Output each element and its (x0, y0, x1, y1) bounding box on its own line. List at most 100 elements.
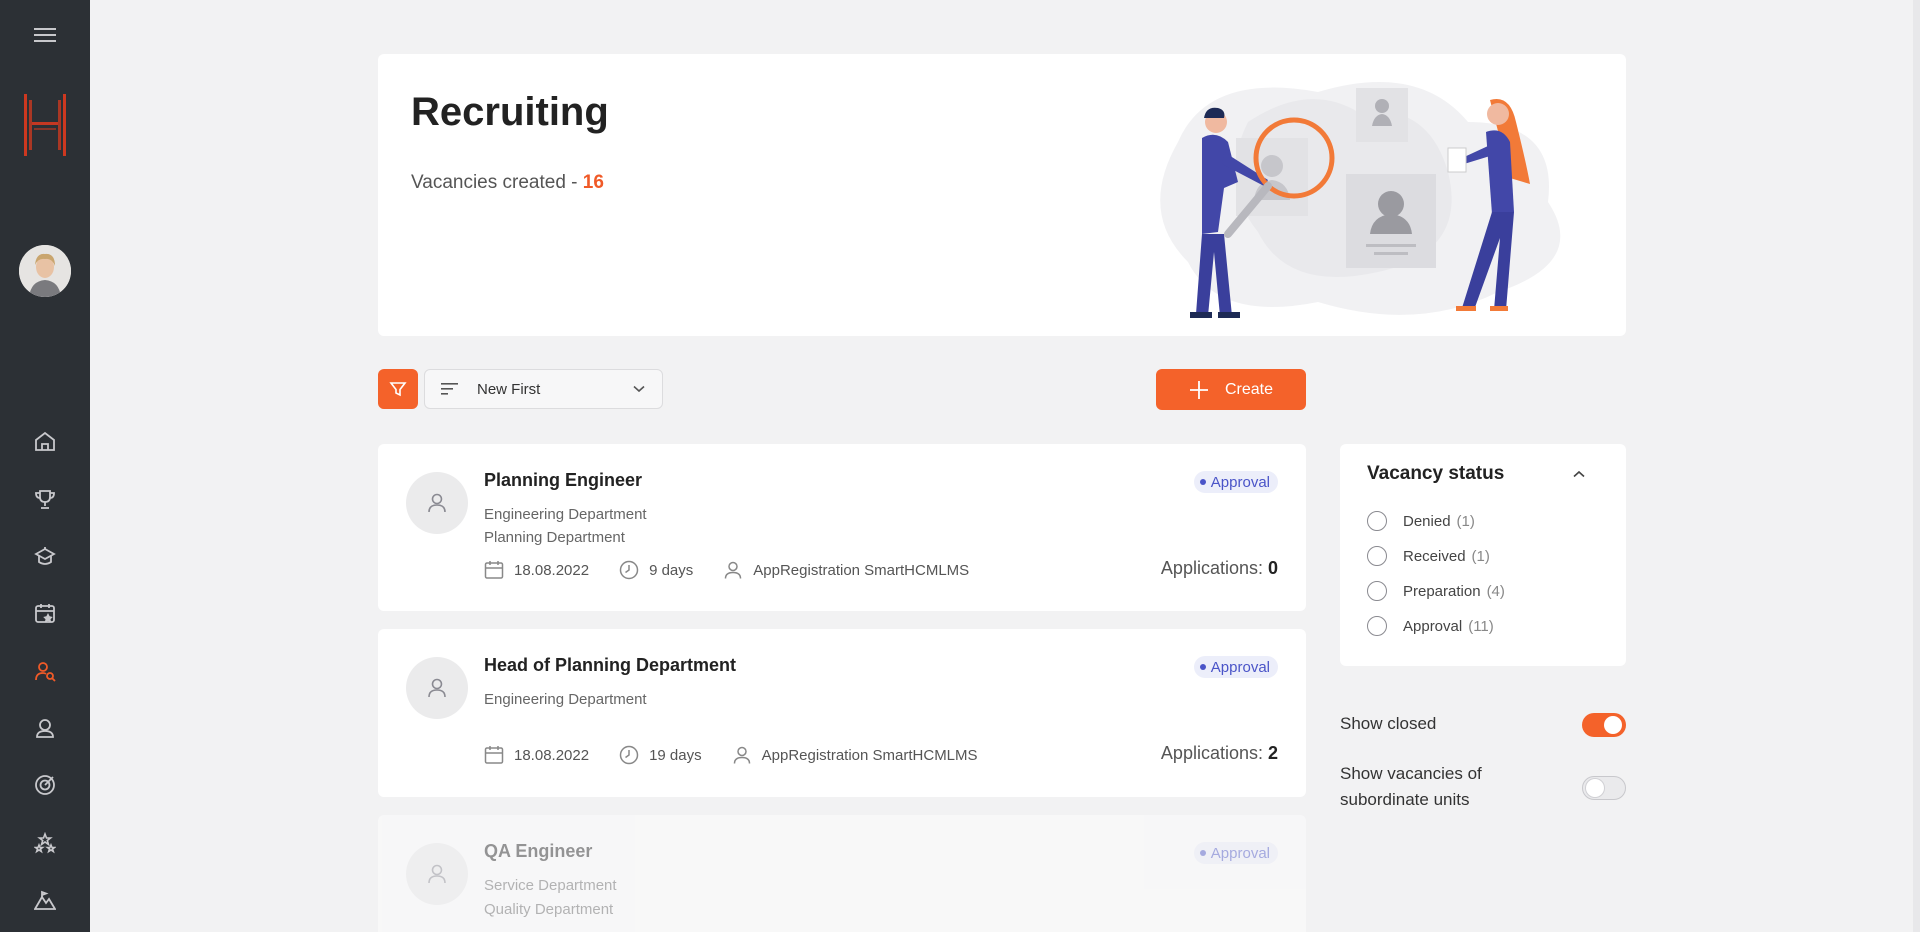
status-dot (1199, 479, 1206, 485)
radio-button[interactable] (1367, 616, 1387, 636)
vacancy-department: Engineering Department (484, 691, 647, 708)
show-subordinate-label-line1: Show vacancies of (1340, 764, 1482, 783)
vacancy-avatar (406, 657, 468, 719)
status-option-received[interactable]: Received (1) (1367, 546, 1490, 566)
user-icon (36, 719, 54, 738)
show-closed-label: Show closed (1340, 714, 1437, 733)
trophy-icon (35, 490, 55, 509)
status-option-approval[interactable]: Approval (11) (1367, 616, 1494, 636)
status-badge: Approval (1193, 471, 1278, 493)
vacancy-status-title: Vacancy status (1367, 463, 1505, 484)
mountain-icon (34, 890, 56, 910)
vacancy-department: Engineering Department (484, 506, 647, 523)
vacancy-subdepartment: Quality Department (484, 901, 614, 918)
calendar-icon (484, 746, 504, 764)
vacancy-meta: 18.08.2022 19 days AppRegistration Smart… (484, 745, 978, 765)
show-subordinate-label-line2: subordinate units (1340, 790, 1470, 809)
applications-value: 2 (1267, 743, 1278, 763)
calendar-icon (484, 561, 504, 579)
vacancies-created-count: 16 (582, 172, 604, 193)
create-button-label: Create (1224, 380, 1274, 398)
vacancies-created-label: Vacancies created - (411, 172, 583, 193)
page-title: Recruiting (411, 90, 609, 134)
sort-select[interactable]: New First (424, 369, 663, 409)
vacancy-date: 18.08.2022 (484, 745, 589, 765)
sidebar (0, 0, 90, 932)
radio-button[interactable] (1367, 581, 1387, 601)
radio-button[interactable] (1367, 511, 1387, 531)
show-closed-toggle[interactable] (1582, 713, 1626, 737)
status-option-preparation[interactable]: Preparation (4) (1367, 581, 1505, 601)
sidebar-item-recruiting[interactable] (0, 651, 90, 691)
sidebar-item-achievements[interactable] (0, 479, 90, 519)
vacancy-subdepartment: Planning Department (484, 529, 625, 546)
status-option-denied[interactable]: Denied (1) (1367, 511, 1475, 531)
create-button[interactable]: Create (1156, 369, 1306, 410)
filter-button[interactable] (378, 369, 418, 409)
sidebar-item-profile[interactable] (0, 708, 90, 748)
vacancy-duration: 19 days (619, 745, 702, 765)
vacancy-date-value: 18.08.2022 (514, 746, 590, 764)
vacancy-duration-value: 19 days (649, 746, 702, 764)
status-option-label: Preparation (1403, 582, 1481, 600)
show-subordinate-toggle[interactable] (1582, 776, 1626, 800)
status-option-count: (1) (1471, 547, 1490, 565)
vacancy-meta: 18.08.2022 9 days AppRegistration SmartH… (484, 560, 969, 580)
status-badge-label: Approval (1210, 844, 1270, 862)
chevron-up-icon[interactable] (1572, 470, 1586, 478)
vacancy-author-value: AppRegistration SmartHCMLMS (761, 746, 978, 764)
applications-count: Applications: 0 (1161, 558, 1278, 579)
status-dot (1199, 850, 1206, 856)
vacancy-department: Service Department (484, 877, 617, 894)
clock-icon (619, 560, 639, 580)
home-icon (35, 431, 55, 451)
sort-icon (441, 383, 458, 395)
sidebar-item-competencies[interactable] (0, 823, 90, 863)
status-option-label: Approval (1403, 617, 1463, 635)
vacancy-title[interactable]: Planning Engineer (484, 470, 642, 491)
toggle-knob (1586, 778, 1604, 797)
vacancy-card[interactable]: Planning Engineer Engineering Department… (378, 444, 1306, 611)
applications-label: Applications: (1160, 743, 1268, 763)
applications-label: Applications: (1160, 558, 1268, 578)
vacancy-date-value: 18.08.2022 (514, 561, 590, 579)
sidebar-item-career[interactable] (0, 880, 90, 920)
vacancy-title[interactable]: Head of Planning Department (484, 655, 736, 676)
status-badge: Approval (1193, 656, 1278, 678)
user-icon (428, 678, 446, 698)
status-dot (1199, 664, 1206, 670)
calendar-star-icon (35, 604, 55, 623)
vacancy-title[interactable]: QA Engineer (484, 841, 592, 862)
user-icon (428, 864, 446, 884)
clock-icon (619, 745, 639, 765)
sidebar-item-home[interactable] (0, 421, 90, 461)
vacancy-avatar (406, 843, 468, 905)
vacancy-date: 18.08.2022 (484, 560, 589, 580)
company-logo[interactable] (22, 92, 68, 158)
target-icon (35, 775, 55, 795)
page-scrollbar[interactable] (1913, 0, 1920, 932)
sidebar-item-education[interactable] (0, 536, 90, 576)
vacancy-status-filter: Vacancy status Denied (1) Received (1) P… (1340, 444, 1626, 666)
menu-icon (34, 28, 56, 42)
vacancy-author-value: AppRegistration SmartHCMLMS (753, 561, 970, 579)
user-avatar[interactable] (19, 245, 71, 297)
menu-button[interactable] (0, 15, 90, 55)
vacancy-duration: 9 days (619, 560, 693, 580)
vacancy-avatar (406, 472, 468, 534)
sidebar-item-goals[interactable] (0, 765, 90, 805)
sort-select-value: New First (477, 380, 541, 398)
person-icon (733, 746, 750, 764)
status-badge-label: Approval (1210, 658, 1270, 676)
applications-value: 0 (1267, 558, 1278, 578)
vacancy-card[interactable]: QA Engineer Service Department Quality D… (378, 815, 1306, 932)
user-icon (428, 493, 446, 513)
recruiting-illustration (1118, 62, 1598, 332)
show-subordinate-label: Show vacancies of subordinate units (1340, 761, 1482, 813)
filter-icon (389, 382, 407, 397)
vacancy-duration-value: 9 days (649, 561, 694, 579)
sidebar-item-calendar[interactable] (0, 593, 90, 633)
toggle-knob (1604, 716, 1622, 734)
radio-button[interactable] (1367, 546, 1387, 566)
vacancy-card[interactable]: Head of Planning Department Engineering … (378, 629, 1306, 797)
